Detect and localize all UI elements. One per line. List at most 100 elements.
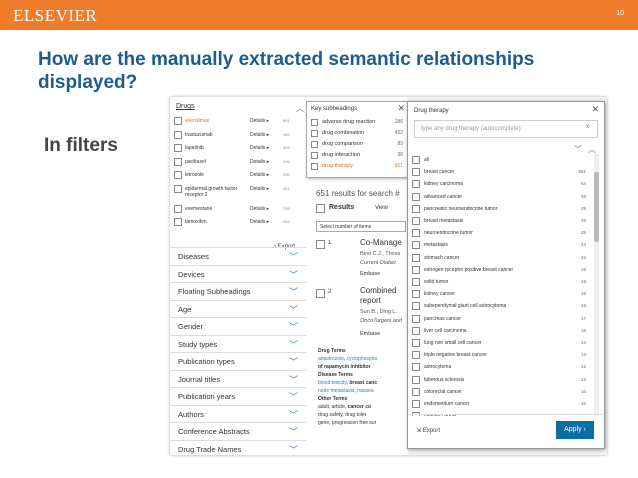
drug-item[interactable]: lapatinib Details ▸ 302 [174,142,302,156]
therapy-item[interactable]: tuberous sclerosis 12 [412,374,588,386]
facet-publication-types[interactable]: Publication types ﹀ [170,352,306,370]
checkbox[interactable] [311,141,318,148]
checkbox[interactable] [412,387,420,396]
term-link[interactable]: cyclophospha [347,356,378,362]
therapy-item[interactable]: endometrium cancer 10 [412,398,588,410]
drug-item[interactable]: trastuzumab Details ▸ 469 [174,129,302,143]
chevron-down-icon[interactable]: ﹀ [289,373,298,386]
chevron-up-icon[interactable]: ︿ [588,145,596,154]
chevron-down-icon[interactable]: ﹀ [289,338,298,351]
drug-therapy-search-input[interactable]: type any drug therapy (autocomplete) x [414,120,598,138]
close-icon[interactable]: ✕ [397,103,405,114]
checkbox[interactable] [412,278,420,286]
therapy-item[interactable]: liver cell carcinoma 16 [412,325,588,337]
checkbox[interactable] [412,217,420,225]
checkbox[interactable] [412,351,420,360]
chevron-down-icon[interactable]: ﹀ [289,355,298,368]
therapy-item[interactable]: lung non small cell cancer 13 [412,337,588,349]
therapy-item[interactable]: kidney carcinoma 64 [412,178,588,190]
checkbox[interactable] [174,184,182,193]
term-link[interactable]: cancer co [348,404,371,410]
therapy-item[interactable]: kidney cancer 18 [412,288,588,300]
checkbox[interactable] [412,168,420,177]
subheading-item[interactable]: drug comparison 83 [311,140,407,151]
checkbox[interactable] [412,229,420,238]
subheading-item[interactable]: drug interaction 38 [311,151,407,162]
checkbox[interactable] [412,192,420,201]
chevron-down-icon[interactable]: ﹀ [289,303,298,316]
chevron-down-icon[interactable]: ﹀ [289,285,298,298]
chevron-down-icon[interactable]: ﹀ [289,425,298,438]
result-title[interactable]: Combined report [360,286,408,306]
facet-gender[interactable]: Gender ﹀ [170,317,306,335]
checkbox[interactable] [412,241,420,250]
therapy-item[interactable]: solid tumor 19 [412,276,588,288]
chevron-down-icon[interactable]: ﹀ [289,268,298,281]
facet-conference-abstracts[interactable]: Conference Abstracts ﹀ [170,422,306,440]
therapy-item[interactable]: metastasis 24 [412,239,588,251]
checkbox[interactable] [174,144,182,152]
clear-icon[interactable]: x [586,124,589,130]
embase-link[interactable]: Embase [360,331,380,337]
facet-diseases[interactable]: Diseases ﹀ [170,247,306,265]
term-link[interactable]: adult [318,404,329,410]
checkbox[interactable] [311,130,318,137]
checkbox[interactable] [412,290,420,299]
select-items-dropdown[interactable]: Select number of items [316,221,406,232]
therapy-item[interactable]: estrogen receptor positive breast cancer… [412,264,588,276]
therapy-item[interactable]: subependymal giant cell astrocytoma 18 [412,300,588,312]
result-checkbox[interactable] [316,240,325,249]
subheading-item[interactable]: adverse drug reaction 186 [311,118,407,129]
facet-journal-titles[interactable]: Journal titles ﹀ [170,369,306,388]
therapy-item[interactable]: neuroendocrine tumor 25 [412,227,588,239]
select-all-checkbox[interactable] [316,204,325,213]
checkbox[interactable] [174,171,182,179]
term-link[interactable]: breast canc [349,380,377,386]
drug-item[interactable]: letrozole Details ▸ 290 [174,169,302,183]
therapy-item[interactable]: colorectal cancer 10 [412,386,588,398]
term-link[interactable]: node metastasis [318,388,354,394]
checkbox[interactable] [412,375,420,384]
facet-floating-subheadings[interactable]: Floating Subheadings ﹀ [170,282,306,300]
chevron-down-icon[interactable]: ﹀ [289,250,298,263]
checkbox[interactable] [311,119,318,126]
therapy-item[interactable]: breast cancer 651 [412,166,588,178]
chevron-down-icon[interactable]: ﹀ [289,390,298,403]
embase-link[interactable]: Embase [360,271,380,277]
term-link[interactable]: of rapamycin inhibitor [318,363,408,371]
view-menu[interactable]: View [375,205,388,211]
drug-item[interactable]: tamoxifen Details ▸ 252 [174,216,302,230]
therapy-item[interactable]: pancreatic neuroendocrine tumor 29 [412,203,588,215]
chevron-down-icon[interactable]: ﹀ [289,443,298,456]
scrollbar-thumb[interactable] [594,172,599,242]
checkbox[interactable] [412,400,420,408]
export-link[interactable]: ⇲ Export [416,427,440,434]
drugs-heading[interactable]: Drugs [174,103,306,110]
checkbox[interactable] [412,204,420,213]
checkbox[interactable] [311,163,318,170]
facet-devices[interactable]: Devices ﹀ [170,264,306,283]
term-link[interactable]: blood toxicity [318,380,347,386]
drug-item[interactable]: paclitaxel Details ▸ 296 [174,156,302,170]
term-link[interactable]: anastrozole [318,356,344,362]
checkbox[interactable] [174,204,182,213]
therapy-item[interactable]: triple negative breast cancer 13 [412,349,588,361]
chevron-down-icon[interactable]: ﹀ [574,145,582,154]
checkbox[interactable] [311,152,318,159]
term-link[interactable]: drug toler [345,412,366,418]
term-link[interactable]: progression free sur [332,420,376,426]
facet-authors[interactable]: Authors ﹀ [170,404,306,423]
drug-item[interactable]: epidermal growth factor receptor 2 Detail… [174,183,302,203]
drug-item[interactable]: everolimus Details ▸ 651 [174,115,302,129]
checkbox[interactable] [412,253,420,262]
chevron-down-icon[interactable]: ﹀ [289,408,298,421]
facet-age[interactable]: Age ﹀ [170,299,306,318]
scrollbar[interactable] [594,154,599,416]
chevron-up-icon[interactable]: ︿ [296,103,304,114]
checkbox[interactable] [174,130,182,139]
checkbox[interactable] [412,326,420,335]
term-link[interactable]: drug safety [318,412,342,418]
checkbox[interactable] [412,180,420,189]
chevron-down-icon[interactable]: ﹀ [289,320,298,333]
therapy-item[interactable]: breast metastasis 26 [412,215,588,227]
